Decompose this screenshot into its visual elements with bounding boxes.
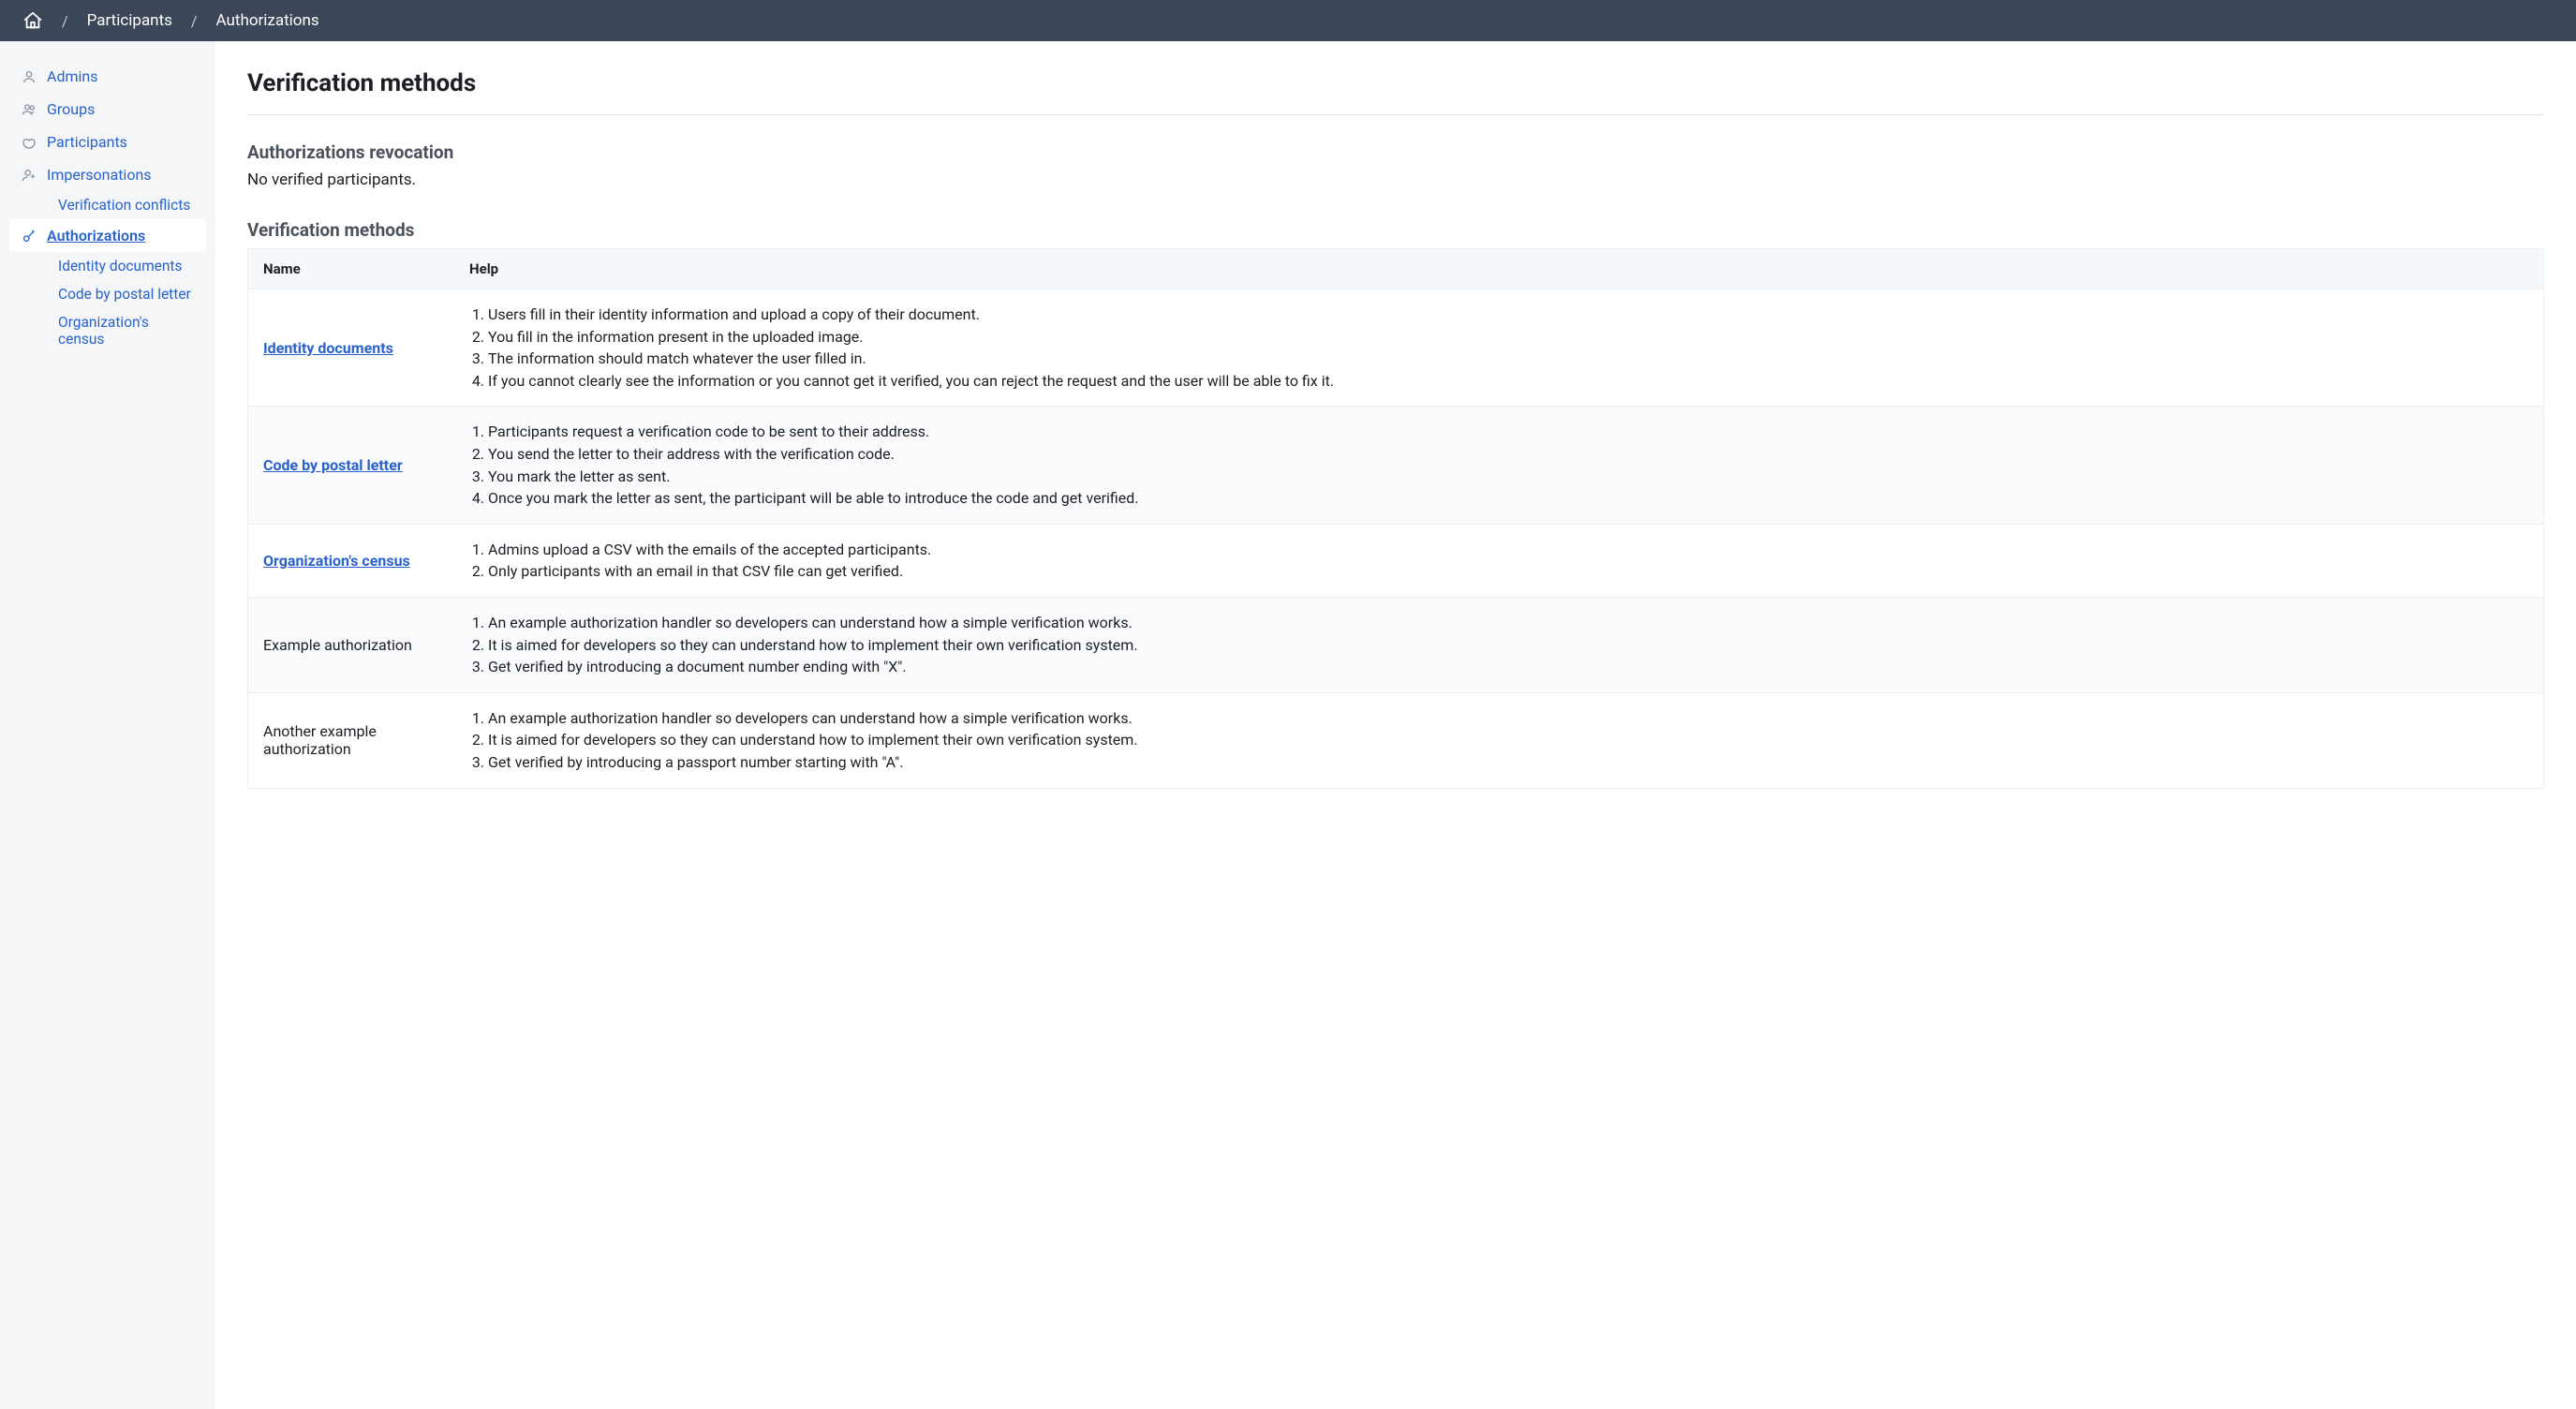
method-name-cell: Organization's census — [248, 525, 454, 598]
method-help-cell: Users fill in their identity information… — [454, 289, 2543, 407]
method-step: An example authorization handler so deve… — [488, 613, 2528, 633]
method-name-cell: Another example authorization — [248, 693, 454, 788]
method-step: You fill in the information present in t… — [488, 327, 2528, 348]
method-step: Get verified by introducing a passport n… — [488, 752, 2528, 773]
table-row: Another example authorization An example … — [248, 693, 2543, 788]
method-step: You mark the letter as sent. — [488, 467, 2528, 487]
sidebar-item-label: Admins — [47, 67, 97, 85]
table-row: Example authorization An example authoriz… — [248, 598, 2543, 693]
method-step: Once you mark the letter as sent, the pa… — [488, 488, 2528, 509]
table-row: Identity documents Users fill in their id… — [248, 289, 2543, 407]
breadcrumb-authorizations: Authorizations — [216, 11, 319, 30]
method-steps: An example authorization handler so deve… — [469, 613, 2528, 677]
sidebar-item-label: Groups — [47, 100, 95, 118]
sidebar-item-participants[interactable]: Participants — [9, 126, 206, 158]
method-step: It is aimed for developers so they can u… — [488, 635, 2528, 656]
method-help-cell: Participants request a verification code… — [454, 407, 2543, 524]
breadcrumb-participants[interactable]: Participants — [87, 11, 172, 30]
key-icon — [21, 228, 37, 245]
sidebar-item-verification-conflicts[interactable]: Verification conflicts — [47, 191, 206, 219]
breadcrumb: / Participants / Authorizations — [0, 0, 2576, 41]
method-step: The information should match whatever th… — [488, 349, 2528, 369]
method-name: Another example authorization — [263, 722, 377, 758]
user-icon — [21, 68, 37, 85]
sidebar-item-label: Impersonations — [47, 166, 152, 184]
handshake-icon — [21, 134, 37, 151]
sidebar-item-groups[interactable]: Groups — [9, 93, 206, 126]
sidebar-item-label: Verification conflicts — [58, 197, 190, 214]
breadcrumb-separator: / — [191, 12, 198, 30]
method-name-cell: Example authorization — [248, 598, 454, 693]
revocation-text: No verified participants. — [247, 171, 2544, 189]
sidebar-item-organizations-census[interactable]: Organization's census — [47, 308, 206, 353]
method-help-cell: An example authorization handler so deve… — [454, 598, 2543, 693]
user-plus-icon — [21, 167, 37, 184]
method-steps: Users fill in their identity information… — [469, 304, 2528, 391]
revocation-heading: Authorizations revocation — [247, 141, 2544, 163]
main-content: Verification methods Authorizations revo… — [215, 41, 2576, 1409]
method-name-cell: Code by postal letter — [248, 407, 454, 524]
method-steps: Admins upload a CSV with the emails of t… — [469, 540, 2528, 582]
sidebar-item-impersonations[interactable]: Impersonations — [9, 158, 206, 191]
method-link[interactable]: Identity documents — [263, 339, 393, 357]
method-name: Example authorization — [263, 636, 412, 654]
sidebar-item-admins[interactable]: Admins — [9, 60, 206, 93]
page-title: Verification methods — [247, 69, 2544, 97]
method-step: Participants request a verification code… — [488, 422, 2528, 442]
method-step: Get verified by introducing a document n… — [488, 657, 2528, 677]
col-header-name: Name — [248, 249, 454, 289]
method-name-cell: Identity documents — [248, 289, 454, 407]
method-step: An example authorization handler so deve… — [488, 708, 2528, 729]
table-row: Organization's census Admins upload a CSV… — [248, 525, 2543, 598]
method-step: You send the letter to their address wit… — [488, 444, 2528, 465]
home-icon[interactable] — [22, 10, 43, 31]
method-steps: An example authorization handler so deve… — [469, 708, 2528, 773]
method-step: Admins upload a CSV with the emails of t… — [488, 540, 2528, 560]
method-help-cell: Admins upload a CSV with the emails of t… — [454, 525, 2543, 598]
sidebar-item-label: Code by postal letter — [58, 286, 191, 303]
divider — [247, 114, 2544, 115]
verification-methods-table: Name Help Identity documents Users fill i… — [247, 248, 2544, 789]
sidebar-item-code-by-postal-letter[interactable]: Code by postal letter — [47, 280, 206, 308]
method-step: Only participants with an email in that … — [488, 561, 2528, 582]
sidebar-item-authorizations[interactable]: Authorizations — [9, 219, 206, 252]
col-header-help: Help — [454, 249, 2543, 289]
method-step: If you cannot clearly see the informatio… — [488, 371, 2528, 392]
method-link[interactable]: Organization's census — [263, 552, 410, 570]
table-row: Code by postal letter Participants reques… — [248, 407, 2543, 524]
sidebar-item-label: Organization's census — [58, 314, 195, 348]
sidebar-item-label: Authorizations — [47, 227, 145, 245]
breadcrumb-separator: / — [62, 12, 68, 30]
sidebar-item-label: Identity documents — [58, 258, 183, 274]
sidebar-item-identity-documents[interactable]: Identity documents — [47, 252, 206, 280]
method-help-cell: An example authorization handler so deve… — [454, 693, 2543, 788]
methods-heading: Verification methods — [247, 219, 2544, 241]
method-step: Users fill in their identity information… — [488, 304, 2528, 325]
sidebar: Admins Groups Participants Impersonation… — [0, 41, 215, 1409]
method-steps: Participants request a verification code… — [469, 422, 2528, 508]
method-link[interactable]: Code by postal letter — [263, 456, 403, 474]
users-icon — [21, 101, 37, 118]
method-step: It is aimed for developers so they can u… — [488, 730, 2528, 750]
sidebar-item-label: Participants — [47, 133, 127, 151]
